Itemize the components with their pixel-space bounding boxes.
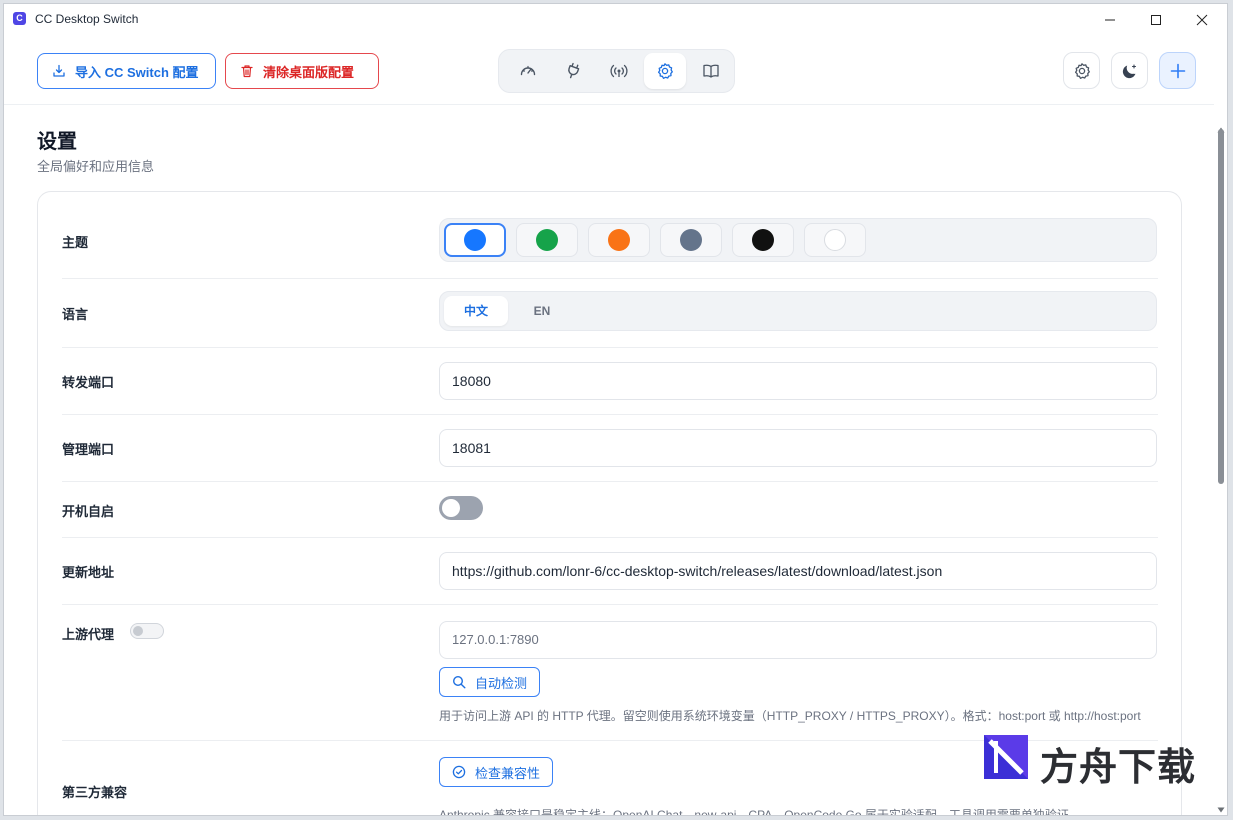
- row-divider: [62, 414, 1158, 415]
- theme-swatch-green[interactable]: [516, 223, 578, 257]
- nav-docs[interactable]: [690, 53, 732, 89]
- maximize-icon: [1151, 15, 1161, 25]
- upstream-proxy-toggle[interactable]: [130, 623, 164, 639]
- color-dot-icon: [608, 229, 630, 251]
- auto-detect-label: 自动检测: [475, 675, 528, 691]
- update-url-label: 更新地址: [62, 565, 115, 580]
- book-icon: [703, 64, 719, 78]
- color-dot-icon: [536, 229, 558, 251]
- forward-port-input[interactable]: 18080: [439, 362, 1157, 400]
- broadcast-icon: [610, 64, 628, 78]
- app-window: C CC Desktop Switch 导入 CC Switch 配置 清除桌面…: [3, 3, 1228, 816]
- add-button[interactable]: [1159, 52, 1196, 89]
- clear-button-label: 清除桌面版配置: [263, 64, 355, 80]
- color-dot-icon: [752, 229, 774, 251]
- language-label: 语言: [62, 307, 89, 322]
- theme-swatch-slate[interactable]: [660, 223, 722, 257]
- update-url-input[interactable]: https://github.com/lonr-6/cc-desktop-swi…: [439, 552, 1157, 590]
- import-icon: [53, 64, 65, 77]
- third-party-hint: Anthropic 兼容接口是稳定主线；OpenAI Chat、new-api、…: [439, 808, 1081, 816]
- row-divider: [62, 604, 1158, 605]
- window-title: CC Desktop Switch: [35, 12, 139, 26]
- row-divider: [62, 481, 1158, 482]
- admin-port-label: 管理端口: [62, 442, 115, 457]
- settings-icon: [657, 63, 673, 79]
- import-button-label: 导入 CC Switch 配置: [75, 64, 199, 80]
- check-compat-button[interactable]: 检查兼容性: [439, 757, 554, 787]
- scrollbar-thumb[interactable]: [1218, 129, 1224, 484]
- trash-icon: [241, 65, 253, 78]
- nav-settings[interactable]: [644, 53, 686, 89]
- nav-dashboard[interactable]: [507, 53, 549, 89]
- upstream-proxy-label: 上游代理: [62, 627, 115, 642]
- watermark-text: 方舟下载: [1040, 747, 1197, 789]
- app-logo-icon: C: [13, 12, 26, 25]
- color-dot-icon: [824, 229, 846, 251]
- settings-shortcut-button[interactable]: [1063, 52, 1100, 89]
- nav-providers[interactable]: [552, 53, 594, 89]
- third-party-label: 第三方兼容: [62, 785, 128, 800]
- upstream-proxy-hint: 用于访问上游 API 的 HTTP 代理。留空则使用系统环境变量（HTTP_PR…: [439, 709, 1141, 723]
- theme-picker: [439, 218, 1157, 262]
- row-divider: [62, 347, 1158, 348]
- color-dot-icon: [464, 229, 486, 251]
- theme-swatch-blue[interactable]: [444, 223, 506, 257]
- upstream-proxy-input[interactable]: 127.0.0.1:7890: [439, 621, 1157, 659]
- title-bar: C CC Desktop Switch: [4, 4, 1227, 34]
- plug-icon: [568, 62, 580, 79]
- clear-desktop-config-button[interactable]: 清除桌面版配置: [225, 53, 379, 89]
- theme-swatch-white[interactable]: [804, 223, 866, 257]
- auto-detect-button[interactable]: 自动检测: [439, 667, 541, 697]
- gear-icon: [1074, 63, 1090, 79]
- gauge-icon: [520, 65, 536, 76]
- toggle-knob: [442, 499, 460, 517]
- minimize-button[interactable]: [1087, 6, 1133, 34]
- dark-mode-button[interactable]: [1111, 52, 1148, 89]
- close-icon: [1196, 14, 1208, 26]
- minimize-icon: [1105, 19, 1115, 21]
- theme-swatch-orange[interactable]: [588, 223, 650, 257]
- page-title: 设置: [37, 131, 77, 153]
- check-circle-icon: [452, 765, 466, 779]
- color-dot-icon: [680, 229, 702, 251]
- language-picker: 中文 EN: [439, 291, 1157, 331]
- theme-swatch-black[interactable]: [732, 223, 794, 257]
- plus-icon: [1170, 63, 1186, 79]
- search-icon: [452, 675, 466, 689]
- scroll-down-icon[interactable]: [1217, 806, 1225, 814]
- settings-card: 主题 语言 中文 EN 转发端口 18080 管理端口 18081 开机自启 更…: [37, 191, 1182, 816]
- language-option-en[interactable]: EN: [510, 296, 574, 326]
- maximize-button[interactable]: [1133, 6, 1179, 34]
- scrollbar[interactable]: [1214, 122, 1227, 815]
- import-cc-switch-button[interactable]: 导入 CC Switch 配置: [37, 53, 216, 89]
- nav-proxy[interactable]: [598, 53, 640, 89]
- language-option-zh[interactable]: 中文: [444, 296, 508, 326]
- admin-port-input[interactable]: 18081: [439, 429, 1157, 467]
- row-divider: [62, 278, 1158, 279]
- toggle-knob: [133, 626, 143, 636]
- watermark-logo-icon: [984, 735, 1028, 779]
- moon-icon: [1122, 64, 1137, 79]
- page-subtitle: 全局偏好和应用信息: [37, 159, 155, 174]
- main-nav: [498, 49, 735, 93]
- close-button[interactable]: [1179, 6, 1225, 34]
- theme-label: 主题: [62, 235, 89, 250]
- autostart-toggle[interactable]: [439, 496, 483, 520]
- check-compat-label: 检查兼容性: [475, 765, 541, 781]
- toolbar-divider: [4, 104, 1214, 105]
- forward-port-label: 转发端口: [62, 375, 115, 390]
- row-divider: [62, 537, 1158, 538]
- autostart-label: 开机自启: [62, 504, 115, 519]
